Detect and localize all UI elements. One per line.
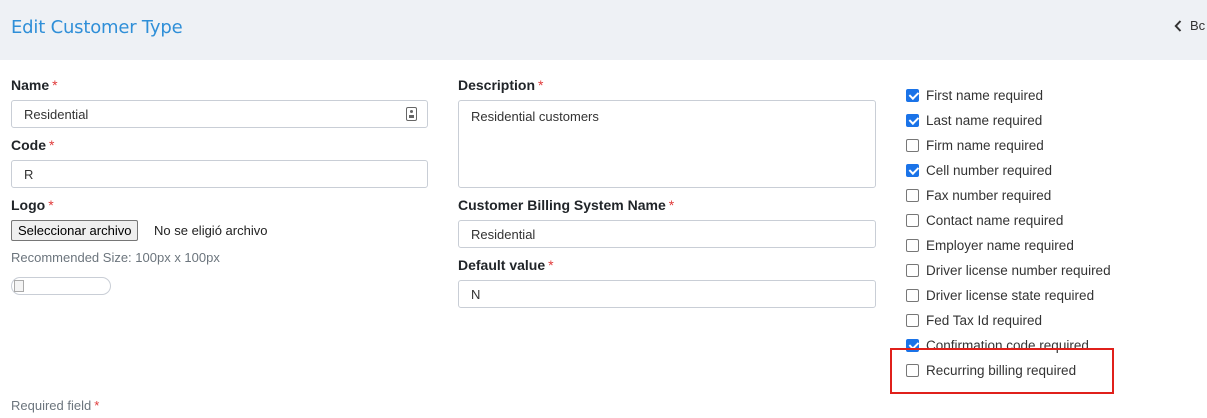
code-label: Code *	[11, 137, 55, 153]
checkbox-box[interactable]	[906, 88, 919, 102]
checkbox-box[interactable]	[906, 338, 919, 352]
checkbox-last-name-required[interactable]: Last name required	[906, 111, 1042, 129]
checkbox-box[interactable]	[906, 288, 919, 302]
back-link[interactable]: Bc	[1174, 18, 1205, 33]
required-mark: *	[94, 398, 100, 413]
checkbox-label: Driver license number required	[926, 262, 1111, 278]
required-mark: *	[548, 257, 554, 273]
checkbox-box[interactable]	[906, 113, 919, 127]
checkbox-confirmation-code-required[interactable]: Confirmation code required	[906, 336, 1089, 354]
checkbox-label: Fed Tax Id required	[926, 312, 1043, 328]
checkbox-label: Driver license state required	[926, 287, 1095, 303]
checkbox-box[interactable]	[906, 263, 919, 277]
checkbox-box[interactable]	[906, 213, 919, 227]
billing-system-name-input[interactable]: Residential	[458, 220, 876, 248]
checkbox-label: Last name required	[926, 112, 1043, 128]
name-label: Name *	[11, 77, 58, 93]
checkbox-first-name-required[interactable]: First name required	[906, 86, 1043, 104]
billing-system-name-value: Residential	[471, 226, 536, 242]
checkbox-employer-name-required[interactable]: Employer name required	[906, 236, 1074, 254]
logo-size-hint: Recommended Size: 100px x 100px	[11, 250, 220, 265]
checkbox-firm-name-required[interactable]: Firm name required	[906, 136, 1044, 154]
broken-image-icon	[14, 280, 24, 292]
checkbox-fed-tax-id-required[interactable]: Fed Tax Id required	[906, 311, 1042, 329]
checkbox-label: Recurring billing required	[926, 362, 1077, 378]
checkbox-label: First name required	[926, 87, 1044, 103]
checkbox-box[interactable]	[906, 238, 919, 252]
logo-label: Logo *	[11, 197, 54, 213]
name-input-value: Residential	[24, 106, 89, 122]
required-mark: *	[48, 197, 54, 213]
required-mark: *	[49, 137, 55, 153]
checkbox-label: Confirmation code required	[926, 337, 1089, 353]
checkbox-recurring-billing-required[interactable]: Recurring billing required	[906, 361, 1076, 379]
checkbox-label: Firm name required	[926, 137, 1044, 153]
required-mark: *	[538, 77, 544, 93]
checkbox-driver-license-number-required[interactable]: Driver license number required	[906, 261, 1111, 279]
checkbox-contact-name-required[interactable]: Contact name required	[906, 211, 1063, 229]
default-value-label: Default value *	[458, 257, 554, 273]
checkbox-box[interactable]	[906, 138, 919, 152]
page-title: Edit Customer Type	[11, 17, 183, 38]
required-mark: *	[668, 197, 675, 213]
chevron-left-icon	[1174, 19, 1182, 32]
code-input[interactable]: R	[11, 160, 428, 188]
file-status-text: No se eligió archivo	[154, 223, 268, 238]
checkbox-driver-license-state-required[interactable]: Driver license state required	[906, 286, 1094, 304]
description-value: Residential customers	[471, 109, 599, 124]
description-label: Description *	[458, 77, 544, 93]
choose-file-button[interactable]: Seleccionar archivo	[11, 220, 139, 241]
required-mark: *	[52, 77, 58, 93]
contact-card-icon[interactable]	[406, 107, 417, 121]
name-input[interactable]: Residential	[11, 100, 428, 128]
checkbox-box[interactable]	[906, 313, 919, 327]
logo-preview	[11, 277, 111, 295]
checkbox-label: Contact name required	[926, 212, 1064, 228]
back-link-label: Bc	[1190, 18, 1206, 33]
checkbox-box[interactable]	[906, 188, 919, 202]
default-value-value: N	[471, 286, 481, 302]
billing-system-name-label: Customer Billing System Name *	[458, 197, 675, 213]
checkbox-fax-number-required[interactable]: Fax number required	[906, 186, 1051, 204]
description-textarea[interactable]: Residential customers	[458, 100, 876, 188]
checkbox-box[interactable]	[906, 163, 919, 177]
code-input-value: R	[24, 166, 34, 182]
page-header: Edit Customer Type Bc	[0, 0, 1207, 60]
checkbox-label: Cell number required	[926, 162, 1053, 178]
default-value-input[interactable]: N	[458, 280, 876, 308]
required-field-note: Required field *	[11, 398, 100, 413]
checkbox-box[interactable]	[906, 363, 919, 377]
checkbox-label: Fax number required	[926, 187, 1052, 203]
checkbox-label: Employer name required	[926, 237, 1074, 253]
checkbox-cell-number-required[interactable]: Cell number required	[906, 161, 1052, 179]
